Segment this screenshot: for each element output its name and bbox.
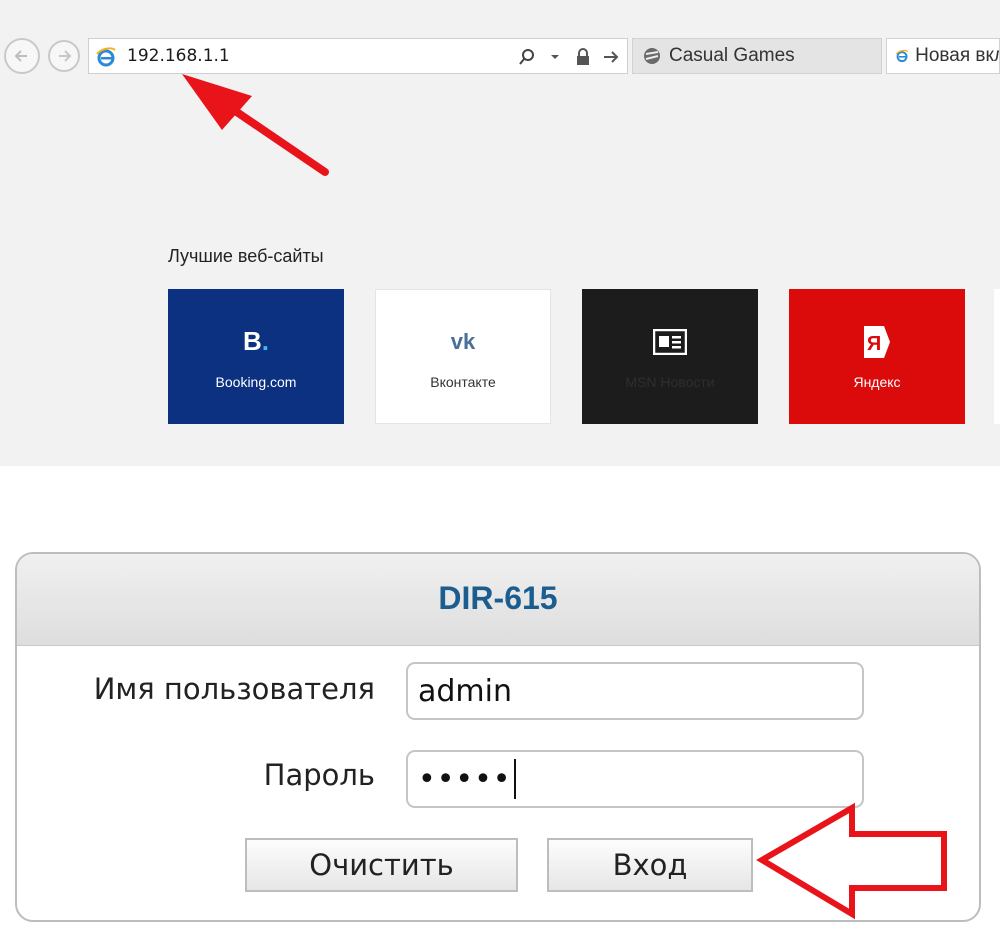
address-bar-actions [517, 46, 621, 68]
login-panel-header: DIR-615 [17, 554, 979, 646]
svg-text:Я: Я [867, 333, 881, 355]
browser-toolbar: 192.168.1.1 Casual Games Новая вк [0, 0, 1000, 80]
username-value: admin [418, 673, 512, 709]
tab-new-tab[interactable]: Новая вкладка [886, 38, 1000, 74]
tab-label: Новая вкладка [915, 45, 999, 66]
browser-window: 192.168.1.1 Casual Games Новая вк Лучшие… [0, 0, 1000, 466]
tab-label: Casual Games [669, 45, 795, 66]
yandex-logo-icon: Я [857, 324, 897, 360]
tile-vkontakte[interactable]: vk Вконтакте [375, 289, 551, 424]
username-input[interactable]: admin [406, 662, 864, 720]
tile-yandex[interactable]: Я Яндекс [789, 289, 965, 424]
login-button[interactable]: Вход [547, 838, 753, 892]
password-label: Пароль [263, 758, 375, 792]
forward-button[interactable] [48, 40, 80, 72]
tile-partial[interactable] [994, 289, 1000, 424]
top-sites-title: Лучшие веб-сайты [168, 246, 324, 266]
go-arrow-icon[interactable] [601, 46, 621, 68]
tile-msn-news[interactable]: MSN Новости [582, 289, 758, 424]
clear-button[interactable]: Очистить [245, 838, 518, 892]
text-caret [514, 759, 517, 799]
address-bar[interactable]: 192.168.1.1 [88, 38, 628, 74]
screenshot: 192.168.1.1 Casual Games Новая вк Лучшие… [0, 0, 1000, 948]
news-icon [650, 324, 690, 360]
back-button[interactable] [4, 38, 40, 74]
dropdown-caret-icon[interactable] [545, 46, 565, 68]
tile-label: Вконтакте [430, 373, 496, 390]
username-label: Имя пользователя [93, 672, 375, 706]
password-input[interactable]: ••••• [406, 750, 864, 808]
lock-icon[interactable] [573, 46, 593, 68]
address-url[interactable]: 192.168.1.1 [127, 46, 230, 66]
tile-label: Booking.com [215, 373, 297, 390]
tab-casual-games[interactable]: Casual Games [632, 38, 882, 74]
router-model-title: DIR-615 [438, 580, 558, 616]
forward-arrow-icon [59, 50, 72, 62]
tile-label: MSN Новости [625, 373, 715, 390]
casual-games-icon [644, 48, 660, 64]
router-login-panel: DIR-615 Имя пользователя admin Пароль ••… [15, 552, 981, 922]
back-arrow-icon [14, 50, 27, 62]
booking-logo-icon: B. [242, 326, 269, 356]
tile-booking[interactable]: B. Booking.com [168, 289, 344, 424]
vk-logo-icon: vk [450, 328, 476, 354]
ie-logo-icon [96, 47, 116, 67]
tile-label: Яндекс [853, 373, 901, 390]
password-mask: ••••• [418, 761, 512, 797]
ie-logo-icon [895, 49, 909, 63]
search-icon[interactable] [517, 46, 537, 68]
